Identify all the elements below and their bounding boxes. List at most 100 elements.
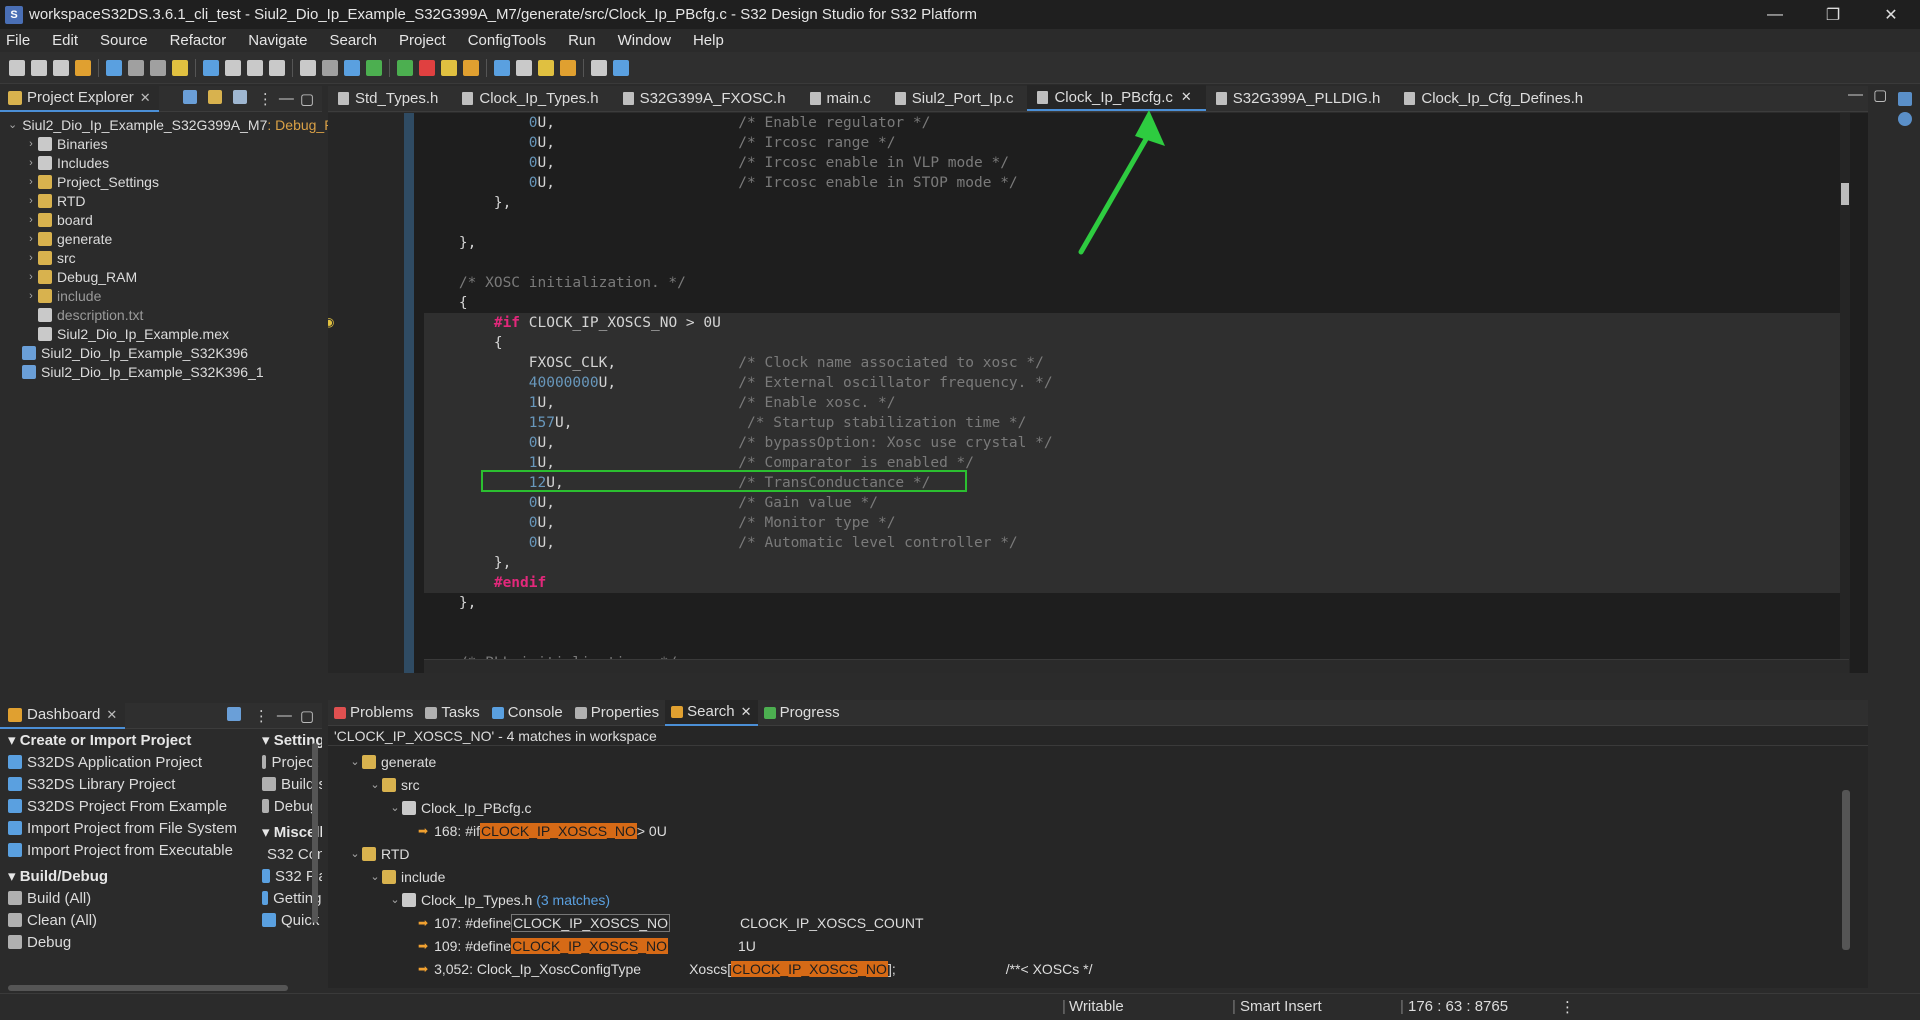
tree-item[interactable]: › Includes (0, 153, 322, 172)
toolbar-button-icon[interactable] (613, 59, 629, 76)
editor-vscrollbar[interactable] (1840, 113, 1850, 673)
toolbar-button-icon[interactable] (203, 59, 219, 76)
toolbar-button-icon[interactable] (128, 59, 144, 76)
dashboard-build-item[interactable]: Clean (All) (8, 909, 258, 931)
close-icon[interactable]: ✕ (741, 704, 752, 720)
tree-item[interactable]: › include (0, 286, 322, 305)
perspective-icon[interactable] (1898, 92, 1912, 106)
dashboard-create-item[interactable]: S32DS Application Project (8, 751, 258, 773)
editor-tab[interactable]: Std_Types.h (328, 85, 452, 111)
tab-tasks[interactable]: Tasks (419, 700, 485, 726)
dashboard-build-item[interactable]: Build (All) (8, 887, 258, 909)
menu-project[interactable]: Project (399, 32, 446, 49)
chevron-right-icon[interactable]: › (24, 252, 38, 264)
menu-window[interactable]: Window (618, 32, 671, 49)
search-match[interactable]: ➡ 3,052: Clock_Ip_XoscConfigType Xoscs[CLO… (328, 957, 1868, 980)
code-line[interactable]: #endif (424, 573, 1849, 593)
toolbar-button-icon[interactable] (172, 59, 188, 76)
dashboard-create-item[interactable]: S32DS Library Project (8, 773, 258, 795)
editor-tab[interactable]: S32G399A_PLLDIG.h (1206, 85, 1395, 111)
menu-refactor[interactable]: Refactor (170, 32, 227, 49)
toolbar-button-icon[interactable] (75, 59, 91, 76)
tree-item[interactable]: › Debug_RAM (0, 267, 322, 286)
search-node-src[interactable]: ⌄ src (328, 773, 1868, 796)
search-match[interactable]: ➡ 107: #define CLOCK_IP_XOSCS_NO CLOCK_IP_… (328, 911, 1868, 934)
toolbar-button-icon[interactable] (344, 59, 360, 76)
menu-edit[interactable]: Edit (52, 32, 78, 49)
dashboard-create-item[interactable]: Import Project from Executable (8, 839, 258, 861)
toolbar-button-icon[interactable] (9, 59, 25, 76)
toolbar-button-icon[interactable] (106, 59, 122, 76)
menu-file[interactable]: File (6, 32, 30, 49)
toolbar-button-icon[interactable] (560, 59, 576, 76)
tree-item[interactable]: › board (0, 210, 322, 229)
dashboard-action-icon[interactable] (226, 706, 241, 721)
tab-properties[interactable]: Properties (569, 700, 665, 726)
maximize-view-icon[interactable]: ▢ (1873, 86, 1887, 104)
search-match[interactable]: ➡ 109: #define CLOCK_IP_XOSCS_NO 1U (328, 934, 1868, 957)
tree-item[interactable]: › Binaries (0, 134, 322, 153)
view-menu-icon[interactable]: ⋮ (258, 90, 273, 108)
dashboard-create-item[interactable]: Import Project from File System (8, 817, 258, 839)
code-line[interactable]: 0U, /* bypassOption: Xosc use crystal */ (424, 433, 1849, 453)
code-line[interactable]: FXOSC_CLK, /* Clock name associated to x… (424, 353, 1849, 373)
minimize-view-icon[interactable]: — (279, 90, 294, 108)
dashboard-vscrollbar[interactable] (312, 743, 318, 923)
toolbar-button-icon[interactable] (441, 59, 457, 76)
chevron-right-icon[interactable]: › (24, 176, 38, 188)
maximize-view-icon[interactable]: ▢ (300, 90, 314, 108)
toolbar-button-icon[interactable] (31, 59, 47, 76)
search-match[interactable]: ➡ 168: #if CLOCK_IP_XOSCS_NO > 0U (328, 819, 1868, 842)
toolbar-button-icon[interactable] (225, 59, 241, 76)
link-editor-icon[interactable] (207, 89, 222, 104)
tree-item[interactable]: › generate (0, 229, 322, 248)
code-line[interactable]: { (424, 333, 1849, 353)
code-line[interactable]: { (424, 293, 1849, 313)
tree-item[interactable]: › Project_Settings (0, 172, 322, 191)
tab-project-explorer[interactable]: Project Explorer ✕ (0, 85, 159, 112)
toolbar-button-icon[interactable] (269, 59, 285, 76)
code-line[interactable]: 157U, /* Startup stabilization time */ (424, 413, 1849, 433)
minimize-view-icon[interactable]: — (277, 707, 292, 725)
tab-search[interactable]: Search ✕ (665, 699, 758, 726)
close-icon[interactable]: ✕ (106, 707, 117, 723)
code-line[interactable]: }, (424, 593, 1849, 613)
code-line[interactable]: 0U, /* Gain value */ (424, 493, 1849, 513)
menu-help[interactable]: Help (693, 32, 724, 49)
minimize-button[interactable]: — (1746, 0, 1804, 29)
menu-source[interactable]: Source (100, 32, 148, 49)
close-tab-icon[interactable]: ✕ (1181, 89, 1192, 105)
code-line[interactable]: 1U, /* Enable xosc. */ (424, 393, 1849, 413)
maximize-view-icon[interactable]: ▢ (300, 707, 314, 725)
toolbar-button-icon[interactable] (366, 59, 382, 76)
tab-problems[interactable]: Problems (328, 700, 419, 726)
status-menu-icon[interactable]: ⋮ (1560, 998, 1575, 1016)
toolbar-button-icon[interactable] (397, 59, 413, 76)
chevron-right-icon[interactable]: › (24, 195, 38, 207)
tree-item[interactable]: ⌄ Siul2_Dio_Ip_Example_S32G399A_M7: Debug… (0, 115, 355, 134)
chevron-right-icon[interactable]: › (24, 138, 38, 150)
toolbar-button-icon[interactable] (300, 59, 316, 76)
dashboard-build-item[interactable]: Debug (8, 931, 258, 953)
tree-item[interactable]: › src (0, 248, 322, 267)
collapse-all-icon[interactable] (182, 89, 197, 104)
tree-item[interactable]: Siul2_Dio_Ip_Example_S32K396 (0, 343, 322, 362)
menu-search[interactable]: Search (329, 32, 377, 49)
code-line[interactable]: 40000000U, /* External oscillator freque… (424, 373, 1849, 393)
tree-item[interactable]: description.txt (0, 305, 322, 324)
search-node-rtd[interactable]: ⌄ RTD (328, 842, 1868, 865)
close-icon[interactable]: ✕ (140, 90, 151, 106)
code-line[interactable] (424, 633, 1849, 653)
minimize-view-icon[interactable]: — (1848, 86, 1863, 104)
chevron-right-icon[interactable]: › (24, 157, 38, 169)
close-button[interactable]: ✕ (1862, 0, 1920, 29)
maximize-button[interactable]: ❐ (1804, 0, 1862, 29)
editor-tab[interactable]: Clock_Ip_Types.h (452, 85, 612, 111)
code-line[interactable]: 0U, /* Automatic level controller */ (424, 533, 1849, 553)
tab-console[interactable]: Console (486, 700, 569, 726)
tree-item[interactable]: › RTD (0, 191, 322, 210)
chevron-right-icon[interactable]: › (24, 214, 38, 226)
tab-progress[interactable]: Progress (758, 700, 846, 726)
editor-tab[interactable]: S32G399A_FXOSC.h (613, 85, 800, 111)
toolbar-button-icon[interactable] (494, 59, 510, 76)
